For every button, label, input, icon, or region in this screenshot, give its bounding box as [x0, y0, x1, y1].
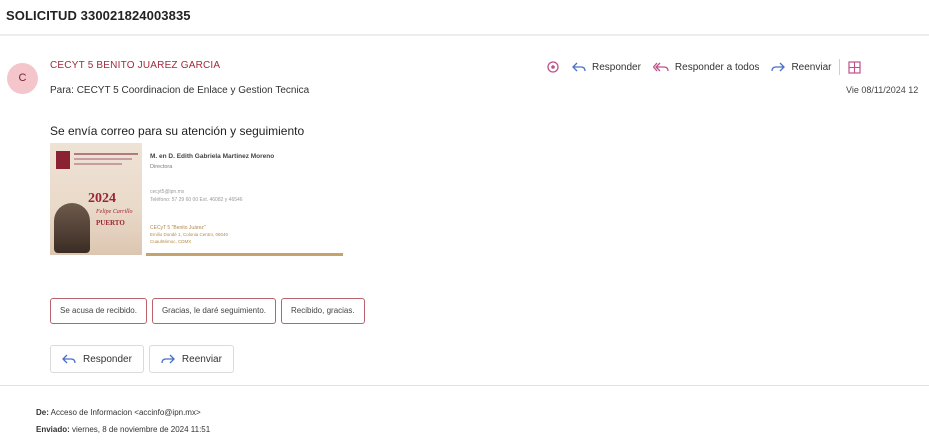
- forward-button[interactable]: Reenviar: [771, 61, 831, 73]
- message-date: Vie 08/11/2024 12: [846, 85, 919, 95]
- email-signature: 2024 Felipe Carrillo PUERTO M. en D. Edi…: [50, 143, 345, 257]
- suggested-replies: Se acusa de recibido. Gracias, le daré s…: [50, 298, 370, 324]
- reply-button[interactable]: Responder: [572, 61, 641, 73]
- sent-value: viernes, 8 de noviembre de 2024 11:51: [72, 425, 211, 434]
- forward-button-bottom[interactable]: Reenviar: [148, 345, 234, 373]
- reply-all-label: Responder a todos: [674, 61, 760, 73]
- grid-icon: [848, 60, 862, 74]
- institution-logo: [56, 151, 70, 169]
- sender-name[interactable]: CECYT 5 BENITO JUAREZ GARCIA: [50, 60, 220, 71]
- banner-name-first: Felipe Carrillo: [96, 209, 133, 215]
- signature-underline: [146, 253, 343, 256]
- banner-name-last: PUERTO: [96, 219, 125, 227]
- sent-label: Enviado:: [36, 425, 70, 434]
- avatar[interactable]: C: [7, 63, 38, 94]
- suggested-reply-button[interactable]: Se acusa de recibido.: [50, 298, 147, 324]
- apps-button[interactable]: [848, 60, 862, 74]
- recipient-name[interactable]: CECYT 5 Coordinacion de Enlace y Gestion…: [77, 85, 310, 96]
- from-value: Acceso de Informacion <accinfo@ipn.mx>: [50, 408, 201, 417]
- logo-text-line: [74, 153, 138, 155]
- message-body: Se envía correo para su atención y segui…: [50, 124, 305, 138]
- forward-label: Reenviar: [181, 353, 222, 365]
- reply-label: Responder: [592, 61, 641, 73]
- from-label: De:: [36, 408, 49, 417]
- sparkle-icon: [547, 61, 559, 73]
- message-actions: Responder Responder a todos Reenviar: [546, 58, 873, 76]
- suggested-reply-button[interactable]: Gracias, le daré seguimiento.: [151, 298, 276, 324]
- reply-icon: [572, 62, 586, 72]
- portrait-image: [54, 203, 90, 253]
- quoted-divider: [0, 385, 929, 386]
- reply-button-bottom[interactable]: Responder: [50, 345, 144, 373]
- reply-all-button[interactable]: Responder a todos: [652, 61, 760, 73]
- actions-separator: [839, 59, 841, 75]
- signature-address: Cuauhtémoc, CDMX: [150, 239, 192, 244]
- reply-all-icon: [652, 62, 669, 72]
- signature-address: Emilio Dondé 1, Colonia Centro, 06040: [150, 232, 229, 237]
- copilot-button[interactable]: [546, 60, 560, 74]
- signature-phone: Teléfono: 57 29 60 00 Ext. 46082 y 46546: [150, 197, 243, 203]
- quoted-from: De: Acceso de Informacion <accinfo@ipn.m…: [36, 408, 201, 417]
- logo-text-line: [74, 163, 122, 165]
- recipient-line: Para: CECYT 5 Coordinacion de Enlace y G…: [50, 85, 309, 96]
- forward-icon: [771, 62, 786, 72]
- logo-text-line: [74, 158, 132, 160]
- to-label: Para:: [50, 85, 74, 96]
- suggested-reply-button[interactable]: Recibido, gracias.: [281, 298, 365, 324]
- quoted-sent: Enviado: viernes, 8 de noviembre de 2024…: [36, 425, 210, 434]
- signature-banner: 2024 Felipe Carrillo PUERTO: [50, 143, 142, 255]
- header-divider: [0, 34, 929, 36]
- signature-name: M. en D. Edith Gabriela Martinez Moreno: [150, 153, 275, 160]
- forward-icon: [161, 354, 175, 364]
- reply-icon: [62, 354, 76, 364]
- reply-label: Responder: [83, 353, 132, 365]
- signature-email[interactable]: cecyt5@ipn.mx: [150, 189, 184, 195]
- signature-school: CECyT 5 "Benito Juárez": [150, 225, 206, 231]
- signature-role: Directora: [150, 164, 173, 170]
- forward-label: Reenviar: [791, 61, 832, 73]
- banner-year: 2024: [88, 191, 116, 206]
- email-subject: SOLICITUD 330021824003835: [6, 8, 191, 23]
- reply-buttons: Responder Reenviar: [50, 345, 239, 373]
